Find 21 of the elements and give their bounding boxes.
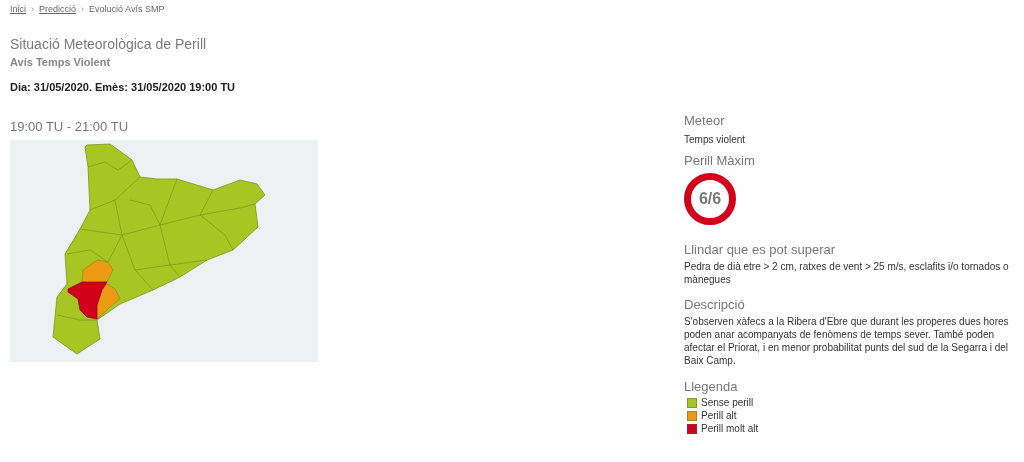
legend-label: Perill molt alt xyxy=(701,422,759,435)
breadcrumb-separator: › xyxy=(81,3,85,17)
section-heading: Llegenda xyxy=(684,379,739,395)
meteor-value: Temps violent xyxy=(684,133,747,146)
breadcrumb-link[interactable]: Inici xyxy=(10,3,26,17)
section-heading: Perill Màxim xyxy=(684,153,756,169)
description-text: S'observen xàfecs a la Ribera d'Ebre que durant les properes dues hores poden anar acompanyats de fenòmens de temps sever. També poden afectar el Priorat, i en menor probabilitat punts del sud de la Segarra i del Baix Camp. xyxy=(684,315,1010,367)
legend-label: Perill alt xyxy=(701,409,737,422)
breadcrumb-separator: › xyxy=(31,3,34,17)
page-title: Situació Meteorològica de Perill xyxy=(10,35,208,53)
breadcrumb-link[interactable]: Predicció xyxy=(39,3,77,17)
breadcrumb-current: Evolució Avís SMP xyxy=(89,3,165,17)
issue-date: Dia: 31/05/2020. Emès: 31/05/2020 19:00 TU xyxy=(10,80,237,94)
section-heading: Meteor xyxy=(684,113,726,129)
legend-label: Sense perill xyxy=(701,396,754,409)
period-heading: 19:00 TU - 21:00 TU xyxy=(10,119,130,135)
section-heading: Descripció xyxy=(684,297,746,313)
section-heading: Llindar que es pot superar xyxy=(684,242,837,258)
threshold-text: Pedra de dià etre > 2 cm, ratxes de vent > 25 m/s, esclafits i/o tornados o mànegues xyxy=(684,260,1010,286)
danger-level-badge: 6/6 xyxy=(684,173,736,225)
page-subtitle: Avís Temps Violent xyxy=(10,55,112,69)
